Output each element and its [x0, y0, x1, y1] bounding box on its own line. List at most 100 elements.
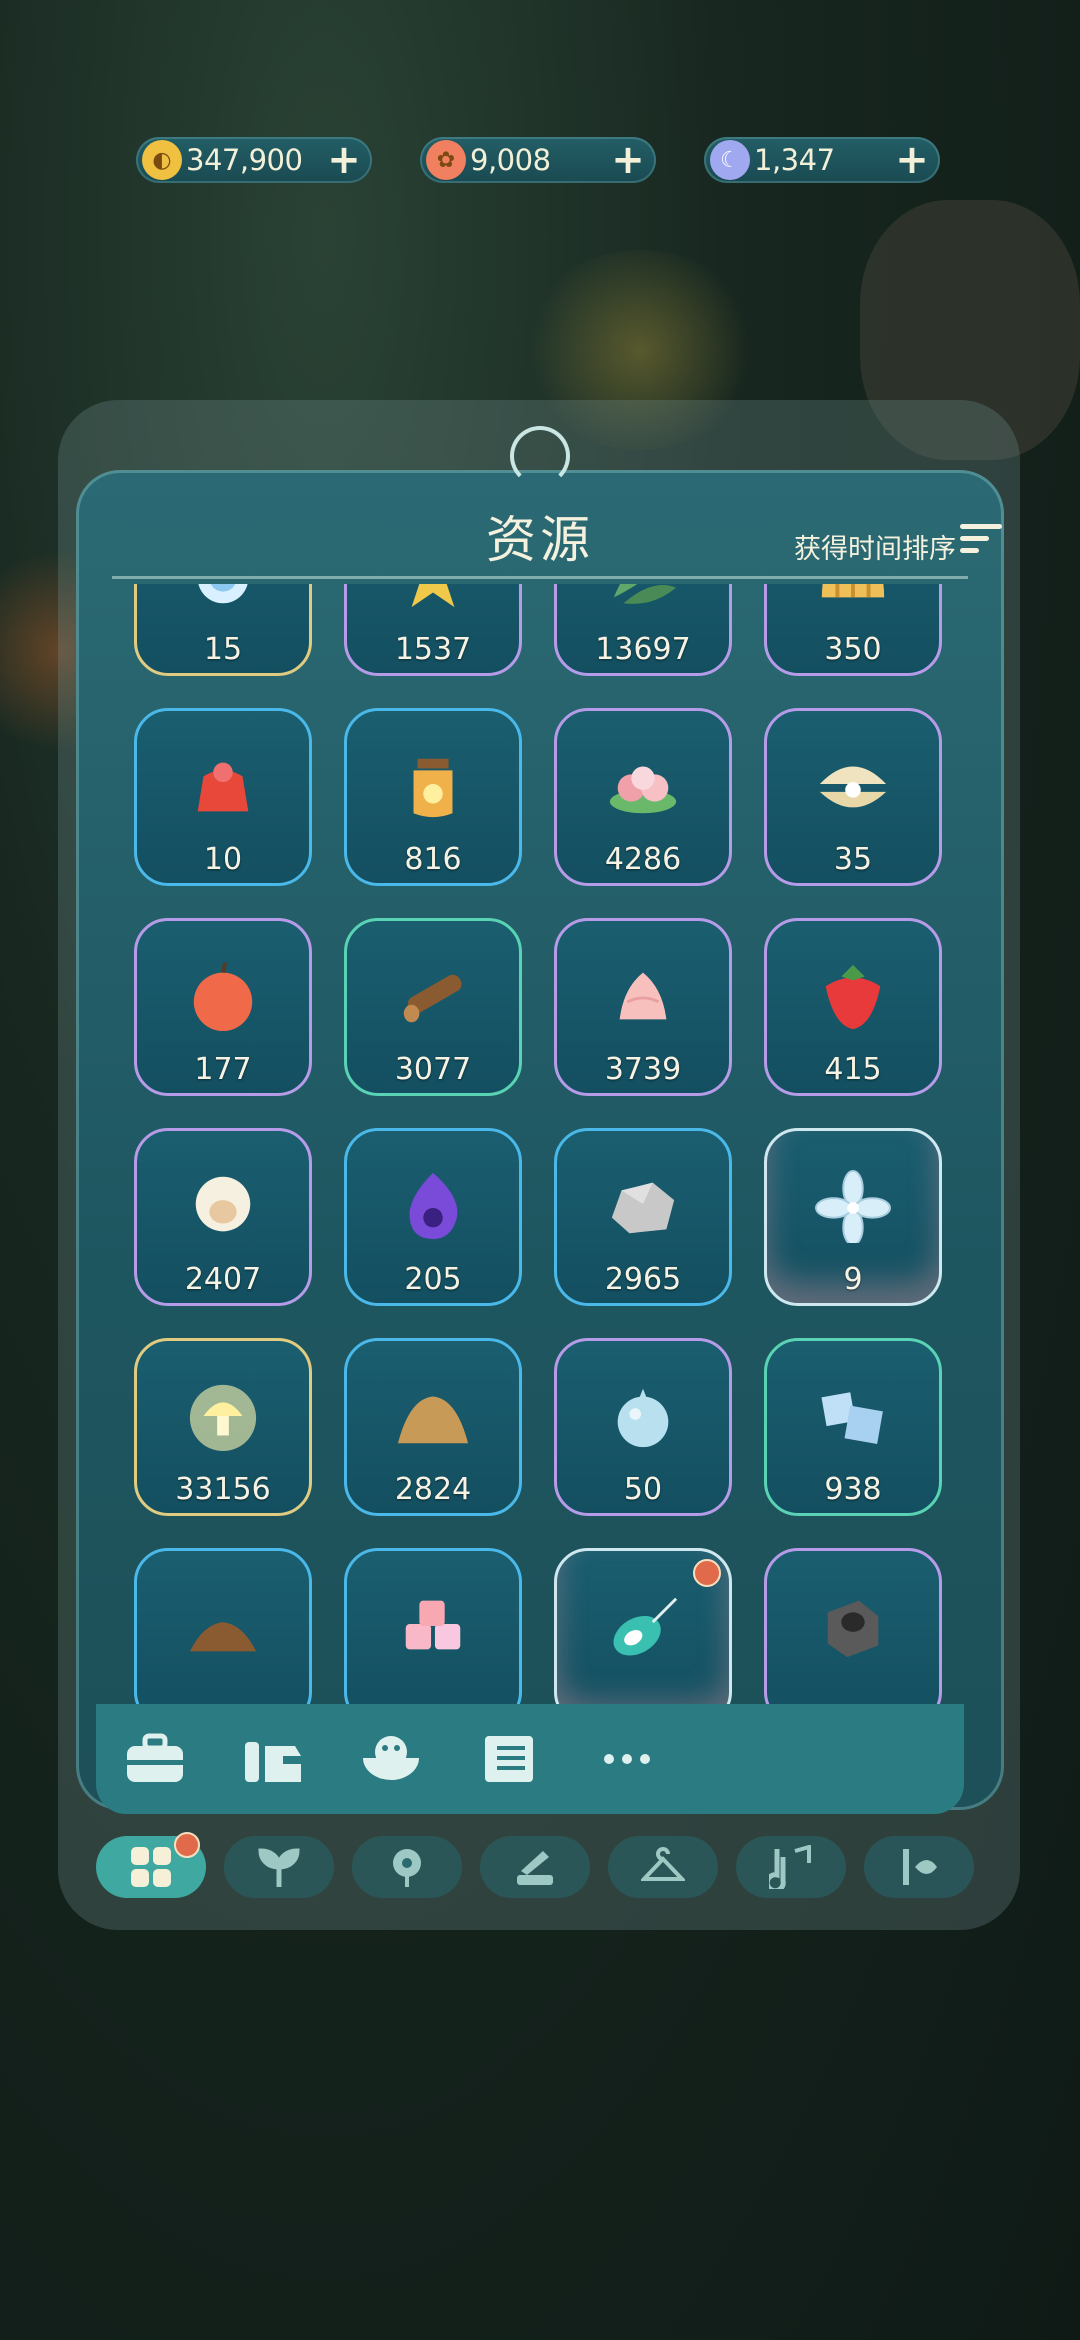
currency-gold: ◐ 347,900 +	[136, 137, 372, 183]
item-slot-shell[interactable]: 350	[764, 584, 942, 676]
bottom-nav	[96, 1832, 996, 1898]
water-drop-icon	[603, 1379, 683, 1453]
sweet-dumpling-icon	[603, 749, 683, 823]
flower-token-icon: ✿	[426, 140, 466, 180]
item-slot-metal-pipe[interactable]	[764, 1548, 942, 1704]
item-slot-peacock-feather[interactable]	[554, 1548, 732, 1704]
item-slot-jelly[interactable]: 10	[134, 708, 312, 886]
pet-icon[interactable]	[214, 1719, 332, 1799]
item-count: 177	[194, 1052, 252, 1087]
item-count: 205	[404, 1262, 462, 1297]
item-slot-sand-pile[interactable]: 2824	[344, 1338, 522, 1516]
item-count: 816	[404, 842, 462, 877]
sort-icon[interactable]	[960, 524, 1002, 562]
apple-icon	[183, 959, 263, 1033]
item-slot-water-drop[interactable]: 50	[554, 1338, 732, 1516]
star-icon	[393, 584, 473, 613]
item-slot-candy-cubes[interactable]	[344, 1548, 522, 1704]
add-moon-button[interactable]: +	[892, 140, 932, 180]
ice-cubes-icon	[813, 1379, 893, 1453]
cream-icon	[603, 959, 683, 1033]
jelly-icon	[183, 749, 263, 823]
panel-crest-icon	[510, 426, 570, 486]
item-count: 33156	[175, 1472, 271, 1507]
item-slot-wood-log[interactable]: 3077	[344, 918, 522, 1096]
panel-divider	[112, 576, 968, 579]
item-slot-star[interactable]: 1537	[344, 584, 522, 676]
gold-coin-icon: ◐	[142, 140, 182, 180]
item-count: 350	[824, 632, 882, 667]
item-slot-wool-sheep[interactable]: 2407	[134, 1128, 312, 1306]
item-slot-cream[interactable]: 3739	[554, 918, 732, 1096]
sort-button[interactable]: 获得时间排序	[794, 527, 956, 566]
item-slot-firefly-jar[interactable]: 816	[344, 708, 522, 886]
nav-craft-icon[interactable]	[480, 1836, 590, 1898]
wood-log-icon	[393, 959, 473, 1033]
gold-amount: 347,900	[186, 143, 303, 177]
new-item-badge	[693, 1559, 721, 1587]
moon-token-icon: ☾	[710, 140, 750, 180]
item-slot-apple[interactable]: 177	[134, 918, 312, 1096]
item-count: 35	[833, 842, 873, 877]
currency-moon: ☾ 1,347 +	[704, 137, 940, 183]
toolbox-icon[interactable]	[96, 1719, 214, 1799]
currency-flower: ✿ 9,008 +	[420, 137, 656, 183]
add-gold-button[interactable]: +	[324, 140, 364, 180]
item-count: 415	[824, 1052, 882, 1087]
crystal-flower-icon	[813, 1169, 893, 1246]
shell-icon	[813, 584, 893, 613]
item-slot-crystal-flower[interactable]: 9	[764, 1128, 942, 1306]
more-icon[interactable]	[568, 1719, 686, 1799]
item-count: 4286	[604, 842, 682, 877]
item-count: 1537	[394, 632, 472, 667]
pearl-clam-icon	[813, 749, 893, 823]
item-slot-sweet-dumpling[interactable]: 4286	[554, 708, 732, 886]
wool-sheep-icon	[183, 1169, 263, 1243]
item-count: 3739	[604, 1052, 682, 1087]
item-grid: 15 1537 13697 350 10 816 4286 35 177 3077 3739 415 2…	[134, 584, 942, 1704]
nav-sprout-icon[interactable]	[224, 1836, 334, 1898]
firefly-jar-icon	[393, 749, 473, 823]
flower-amount: 9,008	[470, 143, 551, 177]
food-bowl-icon[interactable]	[332, 1719, 450, 1799]
item-slot-leaves[interactable]: 13697	[554, 584, 732, 676]
glowing-mushroom-icon	[183, 1379, 263, 1453]
item-slot-glowing-mushroom[interactable]: 33156	[134, 1338, 312, 1516]
stone-icon	[603, 1169, 683, 1243]
item-count: 9	[843, 1262, 863, 1297]
moon-amount: 1,347	[754, 143, 835, 177]
sparkle-orb-icon	[183, 584, 263, 613]
item-slot-ice-cubes[interactable]: 938	[764, 1338, 942, 1516]
item-slot-sparkle-orb[interactable]: 15	[134, 584, 312, 676]
item-slot-strawberry[interactable]: 415	[764, 918, 942, 1096]
item-slot-purple-flame[interactable]: 205	[344, 1128, 522, 1306]
purple-flame-icon	[393, 1169, 473, 1243]
item-slot-pearl-clam[interactable]: 35	[764, 708, 942, 886]
candy-cubes-icon	[393, 1589, 473, 1663]
soil-pile-icon	[183, 1589, 263, 1663]
nav-fish-icon[interactable]	[864, 1836, 974, 1898]
item-count: 3077	[394, 1052, 472, 1087]
nav-flower-icon[interactable]	[352, 1836, 462, 1898]
leaves-icon	[603, 584, 683, 613]
item-count: 15	[203, 632, 243, 667]
book-icon[interactable]	[450, 1719, 568, 1799]
category-bar	[96, 1704, 964, 1814]
item-slot-soil-pile[interactable]	[134, 1548, 312, 1704]
item-count: 13697	[595, 632, 691, 667]
peacock-feather-icon	[603, 1589, 683, 1663]
metal-pipe-icon	[813, 1589, 893, 1663]
nav-hanger-icon[interactable]	[608, 1836, 718, 1898]
item-count: 2407	[184, 1262, 262, 1297]
item-count: 938	[824, 1472, 882, 1507]
nav-music-icon[interactable]	[736, 1836, 846, 1898]
add-flower-button[interactable]: +	[608, 140, 648, 180]
item-grid-viewport[interactable]: 15 1537 13697 350 10 816 4286 35 177 3077 3739 415 2…	[112, 584, 968, 1704]
strawberry-icon	[813, 959, 893, 1033]
item-count: 2965	[604, 1262, 682, 1297]
nav-grid-icon[interactable]	[96, 1832, 206, 1898]
item-slot-stone[interactable]: 2965	[554, 1128, 732, 1306]
notification-badge	[174, 1832, 200, 1858]
item-count: 10	[203, 842, 243, 877]
sand-pile-icon	[393, 1379, 473, 1453]
